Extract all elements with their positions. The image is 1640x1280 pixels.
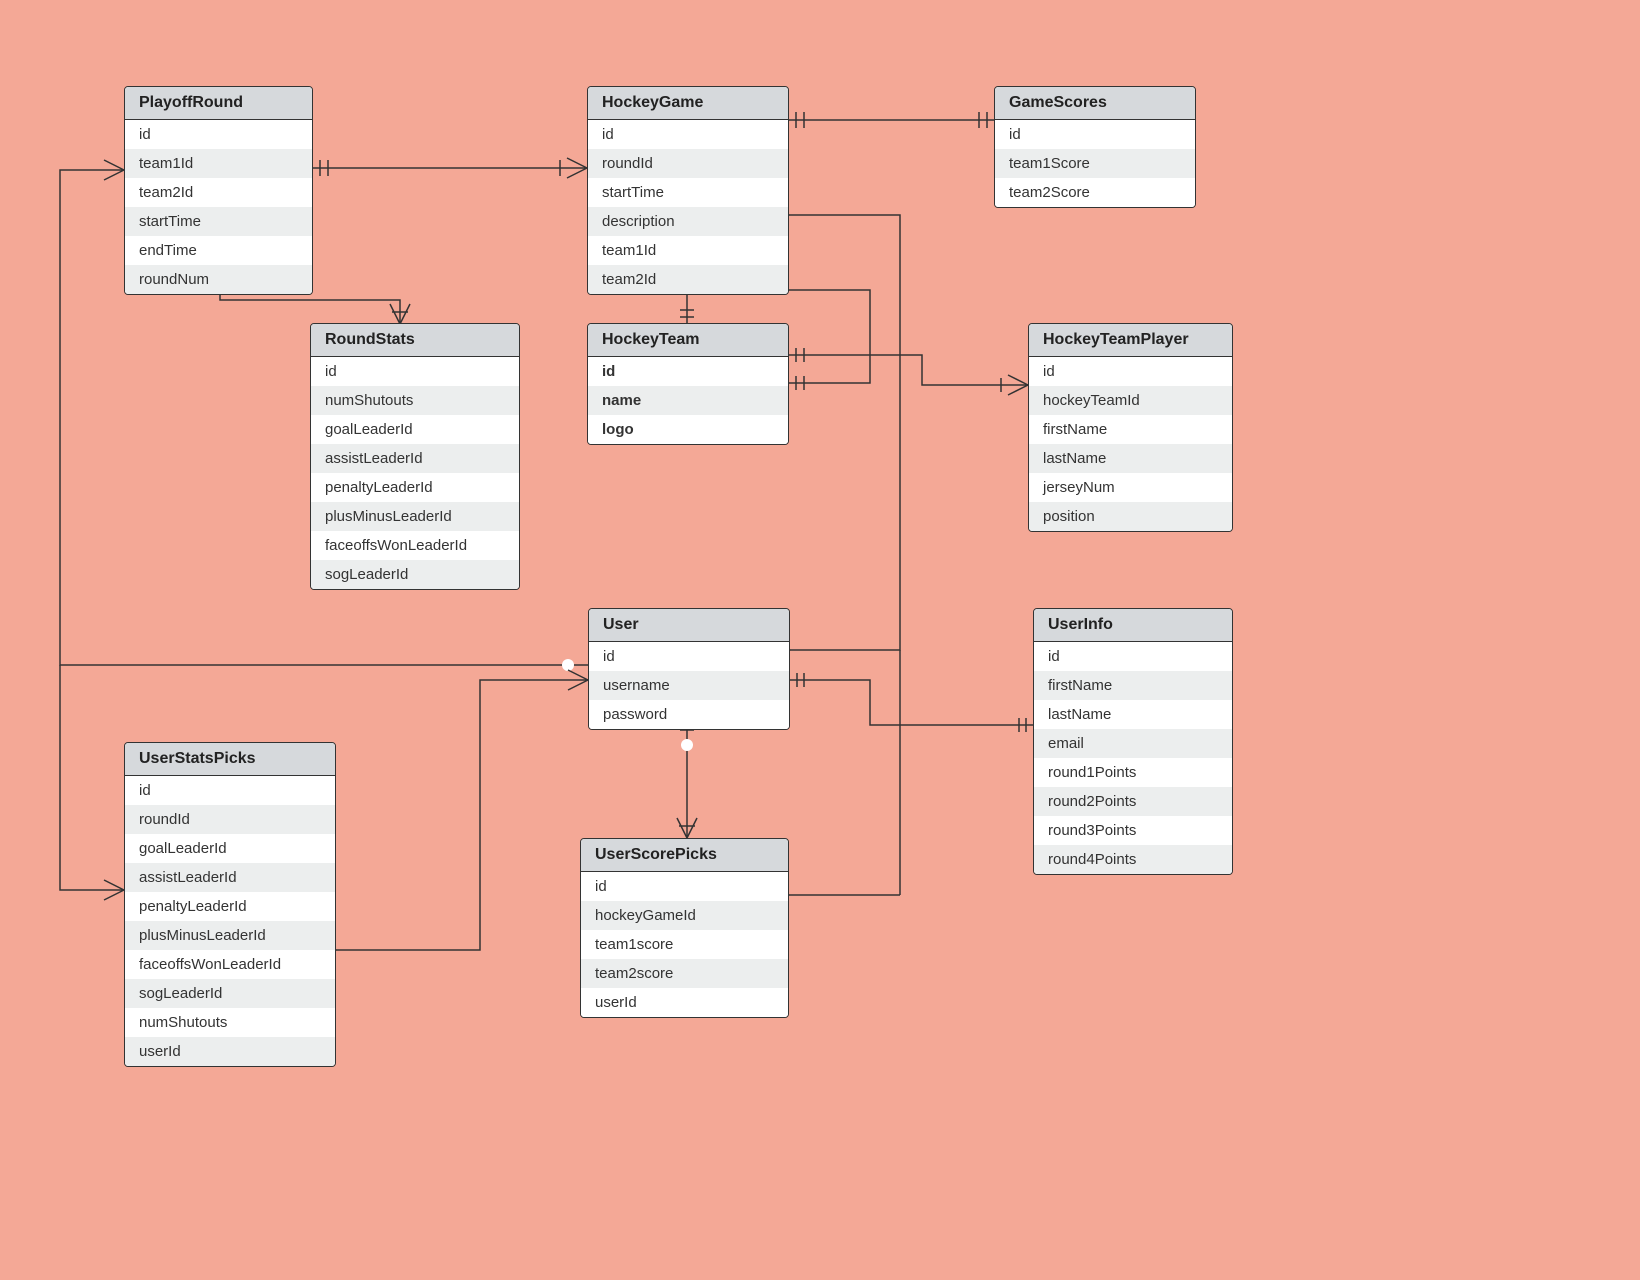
field: hockeyTeamId	[1029, 386, 1232, 415]
field: penaltyLeaderId	[311, 473, 519, 502]
field: round1Points	[1034, 758, 1232, 787]
field: startTime	[588, 178, 788, 207]
field: roundId	[125, 805, 335, 834]
field: email	[1034, 729, 1232, 758]
field: id	[1029, 357, 1232, 386]
entity-title: HockeyGame	[588, 87, 788, 120]
field: logo	[588, 415, 788, 444]
field: userId	[125, 1037, 335, 1066]
field: round4Points	[1034, 845, 1232, 874]
entity-hockeygame: HockeyGame id roundId startTime descript…	[587, 86, 789, 295]
field: position	[1029, 502, 1232, 531]
field: lastName	[1034, 700, 1232, 729]
field: assistLeaderId	[311, 444, 519, 473]
field: id	[1034, 642, 1232, 671]
entity-title: User	[589, 609, 789, 642]
entity-title: HockeyTeamPlayer	[1029, 324, 1232, 357]
entity-title: UserScorePicks	[581, 839, 788, 872]
entity-hockeyteamplayer: HockeyTeamPlayer id hockeyTeamId firstNa…	[1028, 323, 1233, 532]
field: sogLeaderId	[125, 979, 335, 1008]
field: team1Score	[995, 149, 1195, 178]
field: team1Id	[588, 236, 788, 265]
field: id	[125, 120, 312, 149]
field: team2Id	[588, 265, 788, 294]
entity-title: UserStatsPicks	[125, 743, 335, 776]
field: hockeyGameId	[581, 901, 788, 930]
entity-userinfo: UserInfo id firstName lastName email rou…	[1033, 608, 1233, 875]
field: faceoffsWonLeaderId	[125, 950, 335, 979]
field: startTime	[125, 207, 312, 236]
field: numShutouts	[311, 386, 519, 415]
field: roundId	[588, 149, 788, 178]
entity-roundstats: RoundStats id numShutouts goalLeaderId a…	[310, 323, 520, 590]
field: id	[995, 120, 1195, 149]
field: id	[589, 642, 789, 671]
entity-userscorepicks: UserScorePicks id hockeyGameId team1scor…	[580, 838, 789, 1018]
field: penaltyLeaderId	[125, 892, 335, 921]
field: jerseyNum	[1029, 473, 1232, 502]
entity-title: PlayoffRound	[125, 87, 312, 120]
field: goalLeaderId	[125, 834, 335, 863]
entity-playoffround: PlayoffRound id team1Id team2Id startTim…	[124, 86, 313, 295]
field: password	[589, 700, 789, 729]
field: round3Points	[1034, 816, 1232, 845]
field: team2score	[581, 959, 788, 988]
field: plusMinusLeaderId	[311, 502, 519, 531]
field: id	[125, 776, 335, 805]
field: firstName	[1034, 671, 1232, 700]
field: lastName	[1029, 444, 1232, 473]
field: name	[588, 386, 788, 415]
field: id	[588, 120, 788, 149]
field: id	[581, 872, 788, 901]
entity-title: RoundStats	[311, 324, 519, 357]
field: userId	[581, 988, 788, 1017]
field: firstName	[1029, 415, 1232, 444]
field: round2Points	[1034, 787, 1232, 816]
field: team1score	[581, 930, 788, 959]
field: team2Id	[125, 178, 312, 207]
field: description	[588, 207, 788, 236]
field: faceoffsWonLeaderId	[311, 531, 519, 560]
entity-user: User id username password	[588, 608, 790, 730]
field: team1Id	[125, 149, 312, 178]
entity-hockeyteam: HockeyTeam id name logo	[587, 323, 789, 445]
field: plusMinusLeaderId	[125, 921, 335, 950]
field: goalLeaderId	[311, 415, 519, 444]
field: username	[589, 671, 789, 700]
field: numShutouts	[125, 1008, 335, 1037]
entity-title: UserInfo	[1034, 609, 1232, 642]
field: sogLeaderId	[311, 560, 519, 589]
field: id	[588, 357, 788, 386]
entity-userstatspicks: UserStatsPicks id roundId goalLeaderId a…	[124, 742, 336, 1067]
entity-title: HockeyTeam	[588, 324, 788, 357]
field: team2Score	[995, 178, 1195, 207]
field: endTime	[125, 236, 312, 265]
entity-title: GameScores	[995, 87, 1195, 120]
entity-gamescores: GameScores id team1Score team2Score	[994, 86, 1196, 208]
field: roundNum	[125, 265, 312, 294]
field: id	[311, 357, 519, 386]
field: assistLeaderId	[125, 863, 335, 892]
